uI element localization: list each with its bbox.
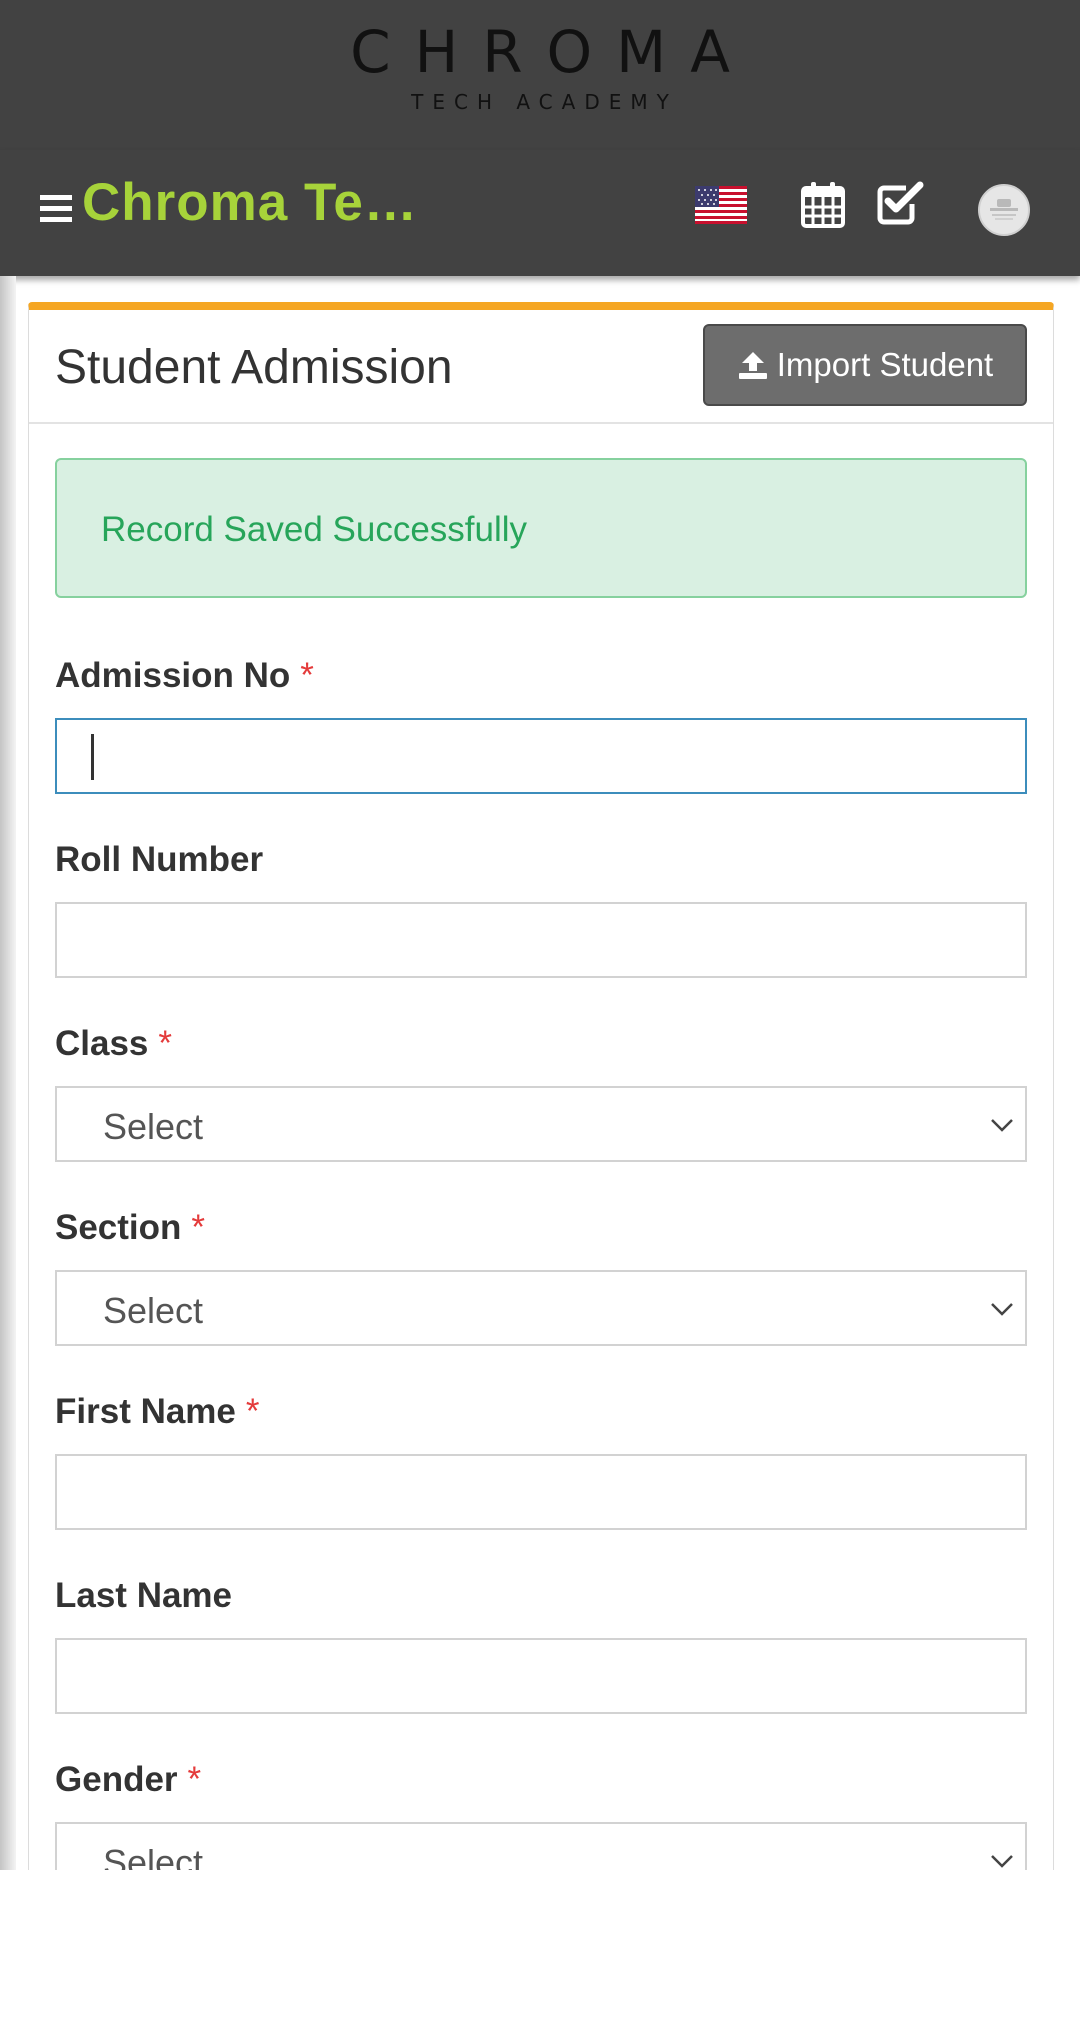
blank-area [0,1870,1080,2022]
chevron-down-icon [991,1303,1013,1316]
logo-header: CHROMA TECH ACADEMY [0,0,1080,150]
last-name-input[interactable] [55,1638,1027,1714]
roll-number-label: Roll Number [55,840,264,879]
side-shadow [0,276,16,1870]
success-alert: Record Saved Successfully [55,458,1027,598]
gender-label: Gender * [55,1760,202,1799]
class-label: Class * [55,1024,173,1063]
section-label: Section * [55,1208,206,1247]
admission-no-input[interactable] [55,718,1027,794]
logo-title: CHROMA [350,18,754,86]
chevron-down-icon [991,1119,1013,1132]
section-select[interactable]: Select [55,1270,1027,1346]
us-flag-icon[interactable] [695,186,747,224]
required-marker: * [187,1760,202,1799]
class-select[interactable]: Select [55,1086,1027,1162]
required-marker: * [158,1024,173,1063]
roll-number-input[interactable] [55,902,1027,978]
admission-no-label: Admission No * [55,656,314,695]
import-student-label: Import Student [776,346,994,383]
logo-subtitle: TECH ACADEMY [411,90,678,114]
first-name-input[interactable] [55,1454,1027,1530]
required-marker: * [300,656,314,695]
required-marker: * [245,1392,260,1431]
top-navbar: Chroma Te… [0,150,1080,276]
check-square-icon[interactable] [876,180,926,226]
alert-message: Record Saved Successfully [101,510,528,549]
class-selected-value: Select [103,1106,204,1147]
avatar-no-image-icon[interactable] [978,184,1030,236]
brand-title[interactable]: Chroma Te… [82,172,418,233]
last-name-label: Last Name [55,1576,233,1615]
upload-icon [738,352,767,379]
first-name-label: First Name * [55,1392,260,1431]
calendar-icon[interactable] [800,180,846,228]
import-student-button[interactable]: Import Student [703,324,1027,406]
section-selected-value: Select [103,1290,204,1331]
student-admission-card: Student Admission Import Student Record … [28,302,1054,1883]
page-title: Student Admission [55,341,453,394]
required-marker: * [191,1208,206,1247]
menu-icon[interactable] [40,195,72,223]
text-cursor [91,734,94,780]
card-header: Student Admission Import Student [29,310,1053,424]
